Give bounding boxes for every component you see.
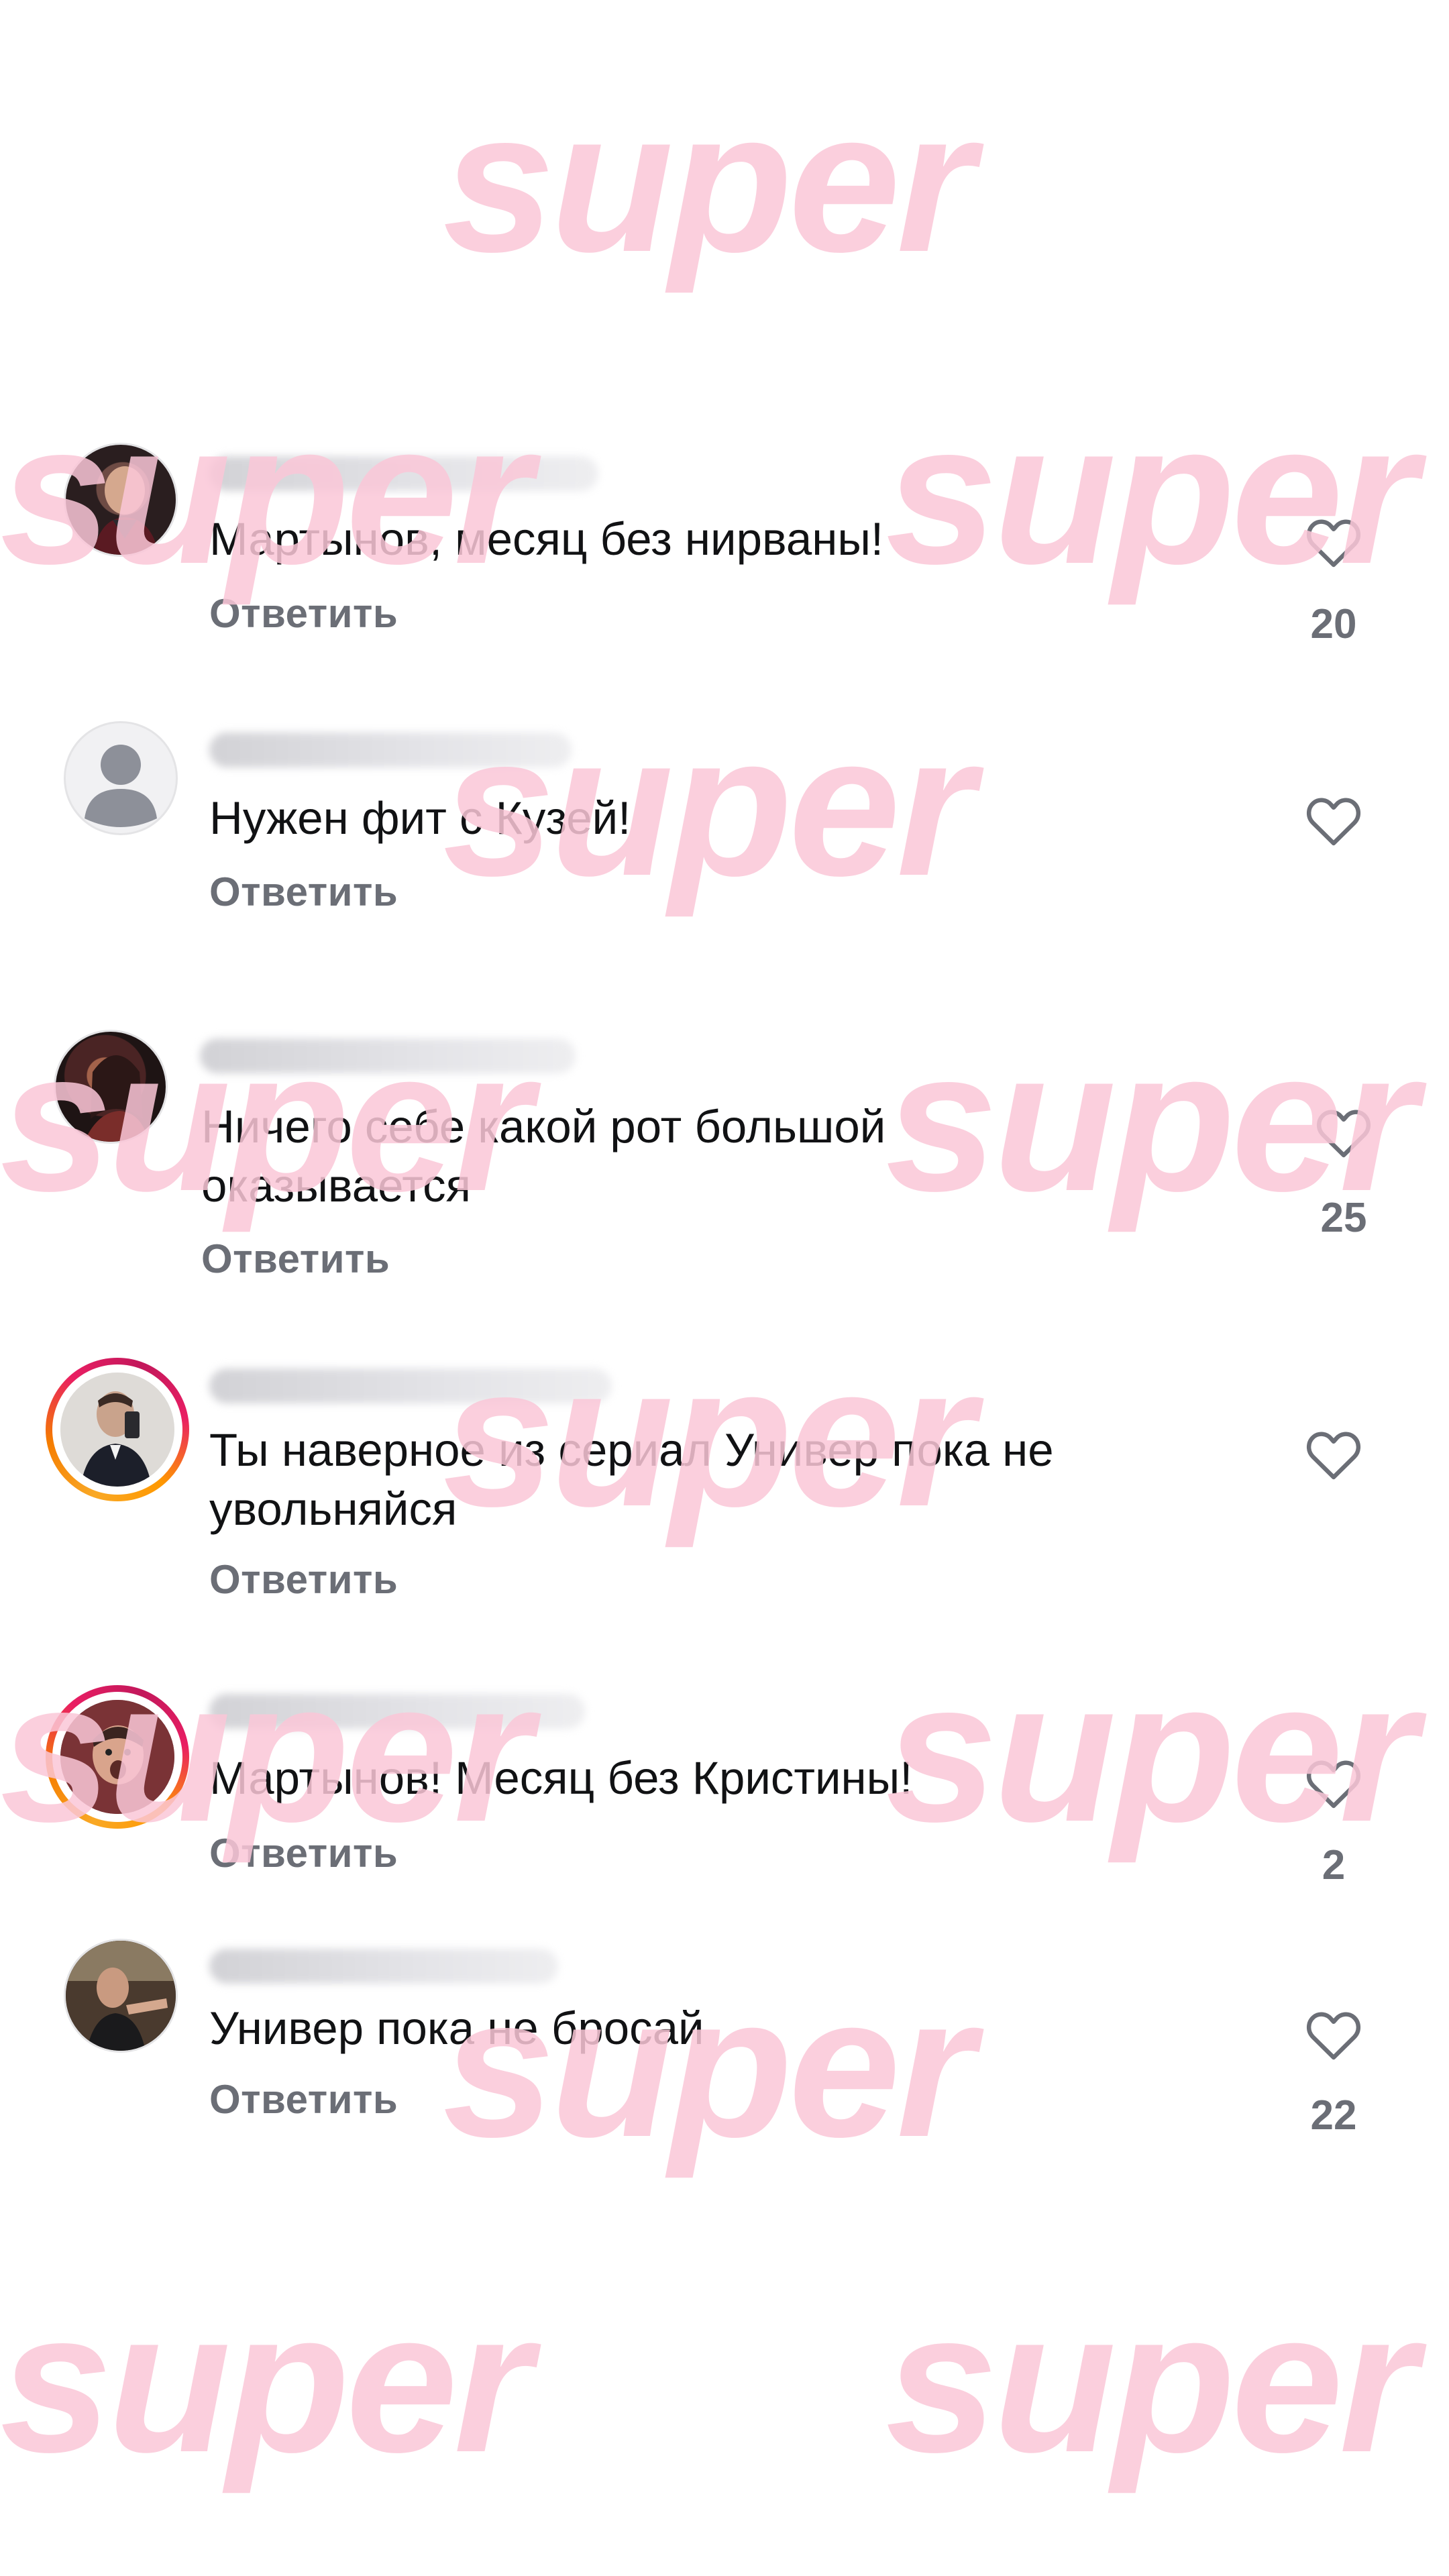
- heart-icon[interactable]: [1301, 510, 1366, 574]
- username-blurred[interactable]: [209, 456, 598, 491]
- reply-button[interactable]: Ответить: [209, 869, 398, 915]
- reply-button[interactable]: Ответить: [209, 1830, 398, 1876]
- username-blurred[interactable]: [200, 1038, 576, 1073]
- like-count: 20: [1310, 601, 1357, 647]
- like-count: 25: [1320, 1195, 1367, 1241]
- reply-button[interactable]: Ответить: [209, 590, 398, 637]
- heart-icon[interactable]: [1311, 1100, 1376, 1165]
- reply-button[interactable]: Ответить: [209, 1556, 398, 1603]
- username-blurred[interactable]: [209, 1949, 558, 1984]
- heart-icon[interactable]: [1301, 1422, 1366, 1487]
- avatar-photo: [84, 1055, 149, 1142]
- username-blurred[interactable]: [209, 1368, 612, 1403]
- like-count: 2: [1322, 1842, 1346, 1888]
- comment-text: Мартынов, месяц без нирваны!: [209, 513, 884, 565]
- user-silhouette-icon: [85, 745, 157, 827]
- heart-icon[interactable]: [1301, 1751, 1366, 1815]
- watermark: super: [0, 2269, 532, 2494]
- avatar-photo: [66, 1941, 176, 2051]
- like-count: 22: [1310, 2092, 1357, 2139]
- watermark: super: [443, 68, 975, 294]
- avatar[interactable]: [64, 443, 178, 557]
- avatar-photo: [60, 1373, 174, 1487]
- avatar[interactable]: [64, 1939, 178, 2053]
- comment-text: Ты наверное из сериал Универ пока не уво…: [209, 1424, 1054, 1535]
- username-blurred[interactable]: [209, 733, 572, 767]
- default-user-icon[interactable]: [64, 721, 178, 835]
- watermark: super: [443, 1953, 975, 2179]
- comment-text: Нужен фит с Кузей!: [209, 792, 631, 844]
- avatar[interactable]: [54, 1030, 168, 1144]
- comment-text: Мартынов! Месяц без Кристины!: [209, 1752, 913, 1804]
- watermark: super: [885, 2269, 1417, 2494]
- story-ring[interactable]: [46, 1685, 189, 1829]
- username-blurred[interactable]: [209, 1694, 585, 1729]
- reply-button[interactable]: Ответить: [209, 2076, 398, 2123]
- story-ring[interactable]: [46, 1358, 189, 1501]
- heart-icon[interactable]: [1301, 2002, 1366, 2067]
- avatar: [60, 1373, 174, 1487]
- heart-icon[interactable]: [1301, 788, 1366, 853]
- comment-text: Ничего себе какой рот большой оказываетс…: [201, 1101, 886, 1212]
- avatar-photo: [93, 466, 159, 555]
- avatar-photo: [60, 1700, 174, 1814]
- avatar: [60, 1700, 174, 1814]
- reply-button[interactable]: Ответить: [201, 1236, 390, 1282]
- comment-text: Универ пока не бросай: [209, 2002, 704, 2054]
